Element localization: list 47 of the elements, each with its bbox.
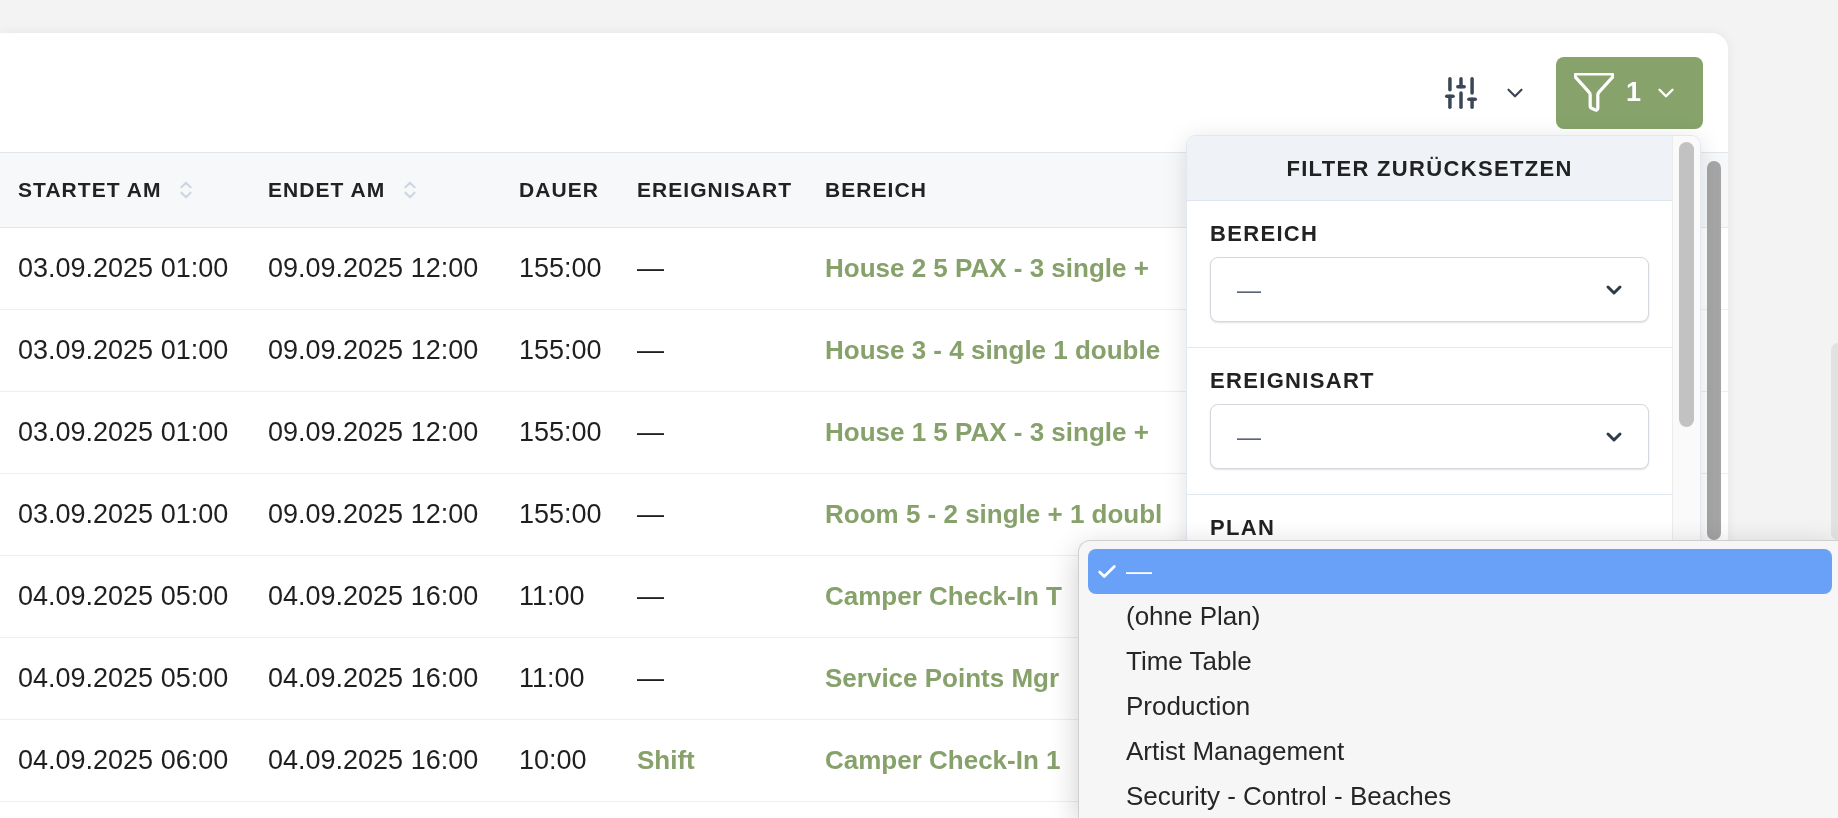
table-cell: 155:00 xyxy=(519,335,602,366)
table-cell: 09.09.2025 12:00 xyxy=(268,253,479,284)
table-cell: — xyxy=(637,663,664,694)
column-header[interactable]: ENDET AM xyxy=(268,174,386,206)
table-cell: 04.09.2025 05:00 xyxy=(18,581,229,612)
select-field[interactable]: — xyxy=(1210,257,1649,322)
table-cell: 09.09.2025 12:00 xyxy=(268,335,479,366)
table-cell: 04.09.2025 06:00 xyxy=(18,745,229,776)
menu-option[interactable]: Time Table xyxy=(1088,639,1832,684)
column-header[interactable]: STARTET AM xyxy=(18,174,162,206)
select-field[interactable]: — xyxy=(1210,404,1649,469)
table-cell: — xyxy=(637,417,664,448)
menu-option[interactable]: Production xyxy=(1088,684,1832,729)
menu-option[interactable]: Security - Control - Beaches xyxy=(1088,774,1832,818)
column-header: BEREICH xyxy=(825,177,927,204)
panel-scrollbar[interactable] xyxy=(1679,142,1694,427)
table-scrollbar[interactable] xyxy=(1707,161,1721,540)
table-cell: 04.09.2025 05:00 xyxy=(18,663,229,694)
table-cell: 155:00 xyxy=(519,499,602,530)
table-cell: 155:00 xyxy=(519,253,602,284)
column-header: DAUER xyxy=(519,177,599,204)
filter-icon xyxy=(1574,73,1614,112)
table-cell: — xyxy=(637,253,664,284)
page-scrollbar[interactable] xyxy=(1831,343,1838,540)
table-cell: 04.09.2025 16:00 xyxy=(268,745,479,776)
reset-filters-button[interactable]: FILTER ZURÜCKSETZEN xyxy=(1187,136,1672,201)
table-cell: 09.09.2025 12:00 xyxy=(268,417,479,448)
table-cell: 03.09.2025 01:00 xyxy=(18,417,229,448)
table-cell: 03.09.2025 01:00 xyxy=(18,335,229,366)
table-cell: — xyxy=(637,335,664,366)
menu-option[interactable]: (ohne Plan) xyxy=(1088,594,1832,639)
field-label: BEREICH xyxy=(1210,221,1320,247)
column-header: EREIGNISART xyxy=(637,177,793,204)
table-cell: 04.09.2025 16:00 xyxy=(268,663,479,694)
table-cell: 11:00 xyxy=(519,581,585,612)
menu-option[interactable]: Artist Management xyxy=(1088,729,1832,774)
table-cell: 03.09.2025 01:00 xyxy=(18,253,229,284)
field-label: EREIGNISART xyxy=(1210,368,1376,394)
field-label: PLAN xyxy=(1210,515,1277,541)
table-cell: 11:00 xyxy=(519,663,585,694)
table-cell: 10:00 xyxy=(519,745,587,776)
table-cell: 155:00 xyxy=(519,417,602,448)
table-cell: — xyxy=(637,499,664,530)
table-cell: 09.09.2025 12:00 xyxy=(268,499,479,530)
table-cell: 03.09.2025 01:00 xyxy=(18,499,229,530)
table-cell: 04.09.2025 16:00 xyxy=(268,581,479,612)
table-cell: — xyxy=(637,581,664,612)
